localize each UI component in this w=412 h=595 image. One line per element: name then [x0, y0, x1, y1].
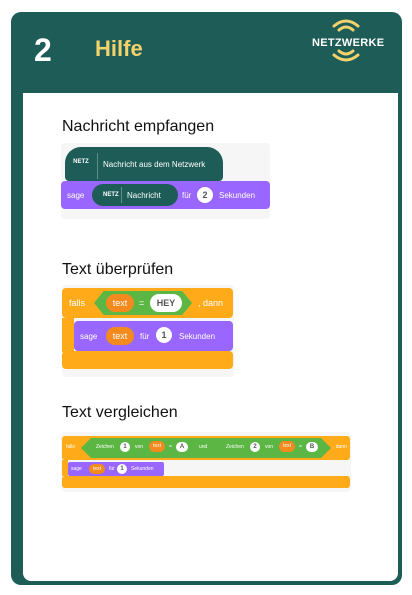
seconds-label: Sekunden [219, 191, 256, 200]
hey-literal[interactable]: HEY [150, 294, 182, 312]
for-label: für [182, 191, 192, 200]
seconds-input[interactable]: 1 [117, 464, 127, 474]
hat-divider [97, 153, 98, 179]
section-title-compare: Text vergleichen [62, 404, 178, 421]
hat-label: Nachricht aus dem Netzwerk [103, 160, 206, 169]
text-variable[interactable]: text [106, 327, 134, 345]
zeichen-label: Zeichen [226, 444, 244, 450]
index-input[interactable]: 1 [120, 442, 130, 452]
seconds-input[interactable]: 2 [197, 187, 213, 203]
text-variable[interactable]: text [89, 464, 105, 474]
equals-sign: = [169, 444, 172, 450]
then-label: , dann [333, 444, 347, 450]
index-input[interactable]: 2 [250, 442, 260, 452]
seconds-label: Sekunden [179, 332, 216, 341]
say-label: sage [80, 332, 98, 341]
card-title: Hilfe [95, 36, 143, 61]
network-waves-top-icon [332, 19, 360, 32]
code-panel-compare: falls Zeichen 1 von text = A und Zeichen… [61, 432, 351, 492]
von-label: von [265, 444, 274, 450]
say-label: sage [67, 191, 85, 200]
card-number: 2 [34, 32, 52, 68]
if-block-footer [62, 476, 350, 488]
seconds-input[interactable]: 1 [156, 327, 172, 343]
von-label: von [135, 444, 144, 450]
equals-sign: = [299, 444, 302, 450]
zeichen-label: Zeichen [96, 444, 114, 450]
netz-icon-small: NETZ [103, 192, 119, 198]
for-label: für [140, 332, 150, 341]
if-block-spine [62, 318, 74, 352]
reporter-divider [121, 187, 122, 203]
code-panel-check: falls text = HEY , dann sage text für 1 … [62, 285, 234, 377]
section-title-receive: Nachricht empfangen [62, 118, 215, 135]
section-title-check: Text überprüfen [62, 261, 174, 278]
network-waves-bottom-icon [332, 49, 360, 62]
text-variable[interactable]: text [149, 441, 165, 452]
if-label: falls [66, 444, 75, 450]
literal-b[interactable]: B [306, 442, 318, 452]
seconds-label: Sekunden [131, 466, 154, 472]
if-label: falls [69, 298, 86, 308]
literal-a[interactable]: A [176, 442, 188, 452]
message-label: Nachricht [127, 191, 161, 200]
code-panel-receive: NETZ Nachricht aus dem Netzwerk sage NET… [61, 143, 270, 219]
netzwerke-badge: NETZWERKE [312, 37, 385, 49]
for-label: für [109, 466, 115, 472]
text-variable[interactable]: text [279, 441, 295, 452]
if-block-footer [62, 351, 233, 369]
netz-icon: NETZ [73, 159, 89, 165]
und-label: und [199, 444, 208, 450]
text-variable[interactable]: text [106, 294, 134, 312]
say-label: sage [71, 466, 82, 472]
then-label: , dann [198, 298, 224, 308]
equals-sign: = [139, 298, 145, 308]
